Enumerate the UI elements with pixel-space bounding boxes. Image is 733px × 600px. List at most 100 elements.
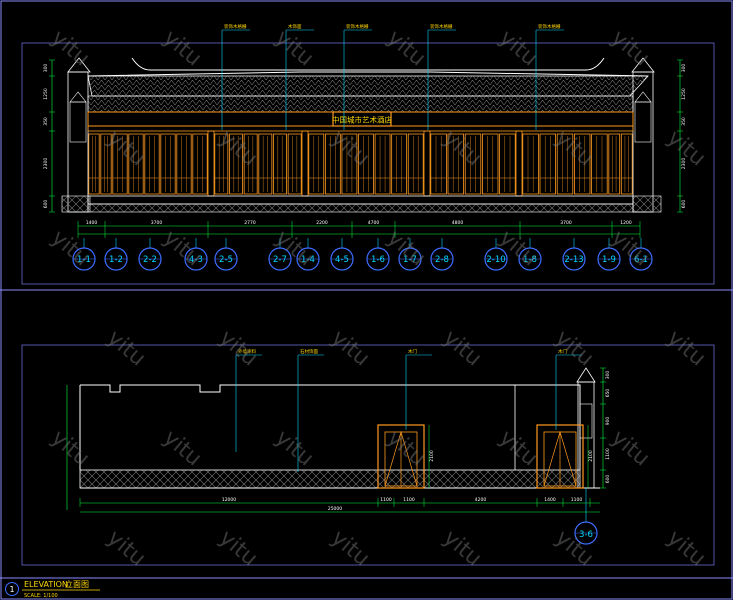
section-marker-label: 2-13	[564, 255, 583, 265]
section-marker-label: 4-5	[335, 255, 349, 265]
section-marker-label: 1-9	[602, 255, 616, 265]
watermark-text: yitu	[102, 325, 150, 371]
watermark-text: yitu	[46, 25, 94, 71]
dim-label: 3700	[151, 220, 163, 226]
lattice-door-panel	[258, 133, 273, 195]
lattice-door-panel	[88, 133, 100, 195]
lattice-door-panel	[374, 133, 391, 195]
section-marker-label: 1-2	[109, 255, 123, 265]
watermark-text: yitu	[102, 525, 150, 571]
dim-label: 4700	[368, 220, 380, 226]
stone-base-hatch	[79, 469, 581, 489]
watermark-text: yitu	[270, 25, 318, 71]
lattice-door-panel	[192, 133, 208, 195]
lattice-door-panel	[160, 133, 176, 195]
door-dim-label: 2100	[588, 450, 594, 462]
dim-label: 4200	[475, 497, 487, 503]
watermark-text: yitu	[158, 425, 206, 471]
watermark-text: yitu	[326, 125, 374, 171]
callout-label: 装饰木格栅	[430, 23, 453, 30]
dim-label: 600	[43, 200, 49, 209]
callout-label: 装饰木格栅	[224, 23, 247, 30]
title-block: 1 ELEVATION 立面图 SCALE: 1/100	[5, 579, 100, 599]
door-right	[536, 424, 584, 489]
view-title-cn: 立面图	[65, 579, 89, 589]
watermark-text: yitu	[382, 25, 430, 71]
lattice-door-panel	[287, 133, 302, 195]
column	[301, 130, 309, 197]
section-marker-label: 2-8	[435, 255, 449, 265]
signboard-text: 中国城市艺术酒店	[332, 115, 392, 125]
dim-label: 1400	[544, 497, 556, 503]
column	[423, 130, 431, 197]
watermark-text: yitu	[46, 425, 94, 471]
watermark-text: yitu	[158, 25, 206, 71]
bottom-dimensions: 12000 1100 1100 4200 1400 1100 25000 300 650 900 1…	[79, 367, 611, 513]
roof-ridge	[87, 71, 649, 77]
dim-label: 1400	[86, 220, 98, 226]
dim-label: 1100	[403, 497, 415, 503]
dim-label: 1250	[681, 88, 687, 100]
dim-label: 2200	[316, 220, 328, 226]
dim-label: 1250	[43, 88, 49, 100]
watermark-text: yitu	[382, 225, 430, 271]
watermark-text: yitu	[494, 25, 542, 71]
left-tower	[61, 57, 91, 213]
dim-label: 900	[605, 417, 611, 426]
watermark-text: yitu	[606, 25, 654, 71]
lattice-door-panel	[481, 133, 499, 195]
dim-label: 1100	[571, 497, 583, 503]
dim-label-total: 25000	[328, 506, 342, 512]
cad-drawing-sheet: 中国城市艺术酒店 装饰木格栅 木饰面 装饰木格栅 装饰木格栅 装饰木格栅 1400 370…	[0, 0, 733, 600]
section-marker-label: 2-10	[486, 255, 505, 265]
watermark-text: yitu	[550, 325, 598, 371]
lattice-door-panel	[144, 133, 160, 195]
lattice-door-panel	[499, 133, 516, 195]
dim-label: 3700	[560, 220, 572, 226]
dim-label: 1100	[605, 448, 611, 460]
plinth	[87, 195, 634, 205]
watermark-text: yitu	[606, 425, 654, 471]
lattice-door-panel	[522, 133, 539, 195]
column	[515, 130, 523, 197]
lattice-door-panel	[591, 133, 608, 195]
lattice-door-panel	[620, 133, 633, 195]
dim-label: 300	[605, 371, 611, 380]
watermark-text: yitu	[214, 125, 262, 171]
parapet-outline	[80, 384, 581, 470]
watermark-text: yitu	[214, 325, 262, 371]
lattice-door-panel	[407, 133, 424, 195]
dim-label: 650	[605, 389, 611, 398]
lattice-door-panel	[273, 133, 287, 195]
watermark-text: yitu	[270, 425, 318, 471]
column	[207, 130, 215, 197]
watermark-text: yitu	[326, 525, 374, 571]
foundation-hatch	[87, 203, 634, 213]
lintel-beam	[87, 125, 634, 132]
dim-label: 4800	[452, 220, 464, 226]
dim-label: 1100	[380, 497, 392, 503]
callout-label: 木门	[408, 348, 417, 355]
dim-label: 2770	[244, 220, 256, 226]
dim-label: 300	[43, 64, 49, 73]
lattice-door-panel	[308, 133, 325, 195]
roof-tiles	[87, 75, 649, 97]
dim-label: 300	[681, 64, 687, 73]
dim-label: 2300	[43, 158, 49, 170]
watermark-text: yitu	[662, 125, 710, 171]
watermark-text: yitu	[662, 525, 710, 571]
dim-label: 600	[681, 200, 687, 209]
lattice-door-panel	[391, 133, 408, 195]
dim-label: 350	[43, 117, 49, 126]
watermark-text: yitu	[438, 325, 486, 371]
lattice-door-panel	[608, 133, 621, 195]
callout-label: 装饰木格栅	[346, 23, 369, 30]
section-marker-label: 1-6	[371, 255, 385, 265]
watermark-text: yitu	[662, 325, 710, 371]
view-number: 1	[9, 585, 14, 594]
view-scale: SCALE: 1/100	[24, 593, 58, 599]
dim-label: 12000	[222, 497, 236, 503]
watermark-text: yitu	[214, 525, 262, 571]
watermark-text: yitu	[438, 525, 486, 571]
callout-label: 石材饰面	[300, 348, 318, 355]
